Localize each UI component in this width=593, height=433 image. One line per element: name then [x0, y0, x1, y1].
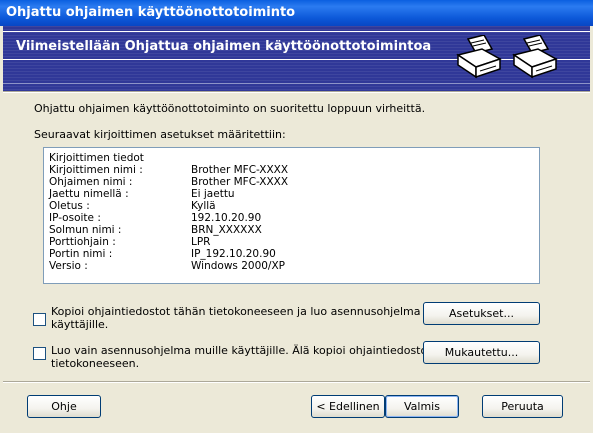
- settings-caption: Seuraavat kirjoittimen asetukset määrite…: [34, 128, 286, 141]
- wizard-window: Ohjattu ohjaimen käyttöönottotoiminto Vi…: [0, 0, 593, 433]
- installer-only-checkbox[interactable]: [33, 347, 46, 360]
- setting-key: Oletus :: [49, 200, 90, 212]
- setting-value: Ei jaettu: [191, 188, 235, 200]
- banner-rule: [3, 31, 590, 32]
- setting-value: BRN_XXXXXX: [191, 224, 262, 236]
- printer-icon: [456, 35, 502, 79]
- setting-value: Windows 2000/XP: [191, 260, 285, 272]
- setting-key: Ohjaimen nimi :: [49, 176, 133, 188]
- customize-button[interactable]: Mukautettu...: [423, 341, 540, 364]
- setting-key: Kirjoittimen nimi :: [49, 164, 143, 176]
- header-divider: [3, 91, 590, 93]
- setting-value: LPR: [191, 236, 211, 248]
- footer-divider: [3, 381, 590, 383]
- setting-key: Portin nimi :: [49, 248, 113, 260]
- banner-rule: [3, 83, 590, 84]
- cancel-button[interactable]: Peruuta: [482, 395, 563, 418]
- back-button[interactable]: < Edellinen: [311, 395, 385, 418]
- settings-button[interactable]: Asetukset...: [423, 302, 540, 325]
- finish-button[interactable]: Valmis: [385, 395, 459, 418]
- setting-key: Jaettu nimellä :: [49, 188, 129, 200]
- setting-value: IP_192.10.20.90: [191, 248, 276, 260]
- setting-value: Brother MFC-XXXX: [191, 164, 289, 176]
- setting-key: Solmun nimi :: [49, 224, 122, 236]
- copy-drivers-checkbox[interactable]: [33, 313, 46, 326]
- setting-value: Kyllä: [191, 200, 216, 212]
- intro-text: Ohjattu ohjaimen käyttöönottotoiminto on…: [34, 102, 426, 115]
- printer-settings-list[interactable]: Kirjoittimen tiedot Kirjoittimen nimi : …: [43, 147, 540, 284]
- setting-key: IP-osoite :: [49, 212, 101, 224]
- setting-key: Versio :: [49, 260, 88, 272]
- header-banner: Viimeistellään Ohjattua ohjaimen käyttöö…: [3, 26, 590, 91]
- printer-icon: [512, 35, 558, 79]
- installer-only-label[interactable]: Luo vain asennusohjelma muille käyttäjil…: [51, 344, 472, 370]
- help-button[interactable]: Ohje: [27, 395, 101, 418]
- setting-value: 192.10.20.90: [191, 212, 262, 224]
- setting-value: Brother MFC-XXXX: [191, 176, 289, 188]
- title-bar[interactable]: Ohjattu ohjaimen käyttöönottotoiminto: [0, 0, 593, 26]
- header-title: Viimeistellään Ohjattua ohjaimen käyttöö…: [16, 39, 432, 54]
- window-title: Ohjattu ohjaimen käyttöönottotoiminto: [6, 5, 296, 20]
- setting-key: Porttiohjain :: [49, 236, 116, 248]
- copy-drivers-label[interactable]: Kopioi ohjaintiedostot tähän tietokonees…: [51, 305, 458, 331]
